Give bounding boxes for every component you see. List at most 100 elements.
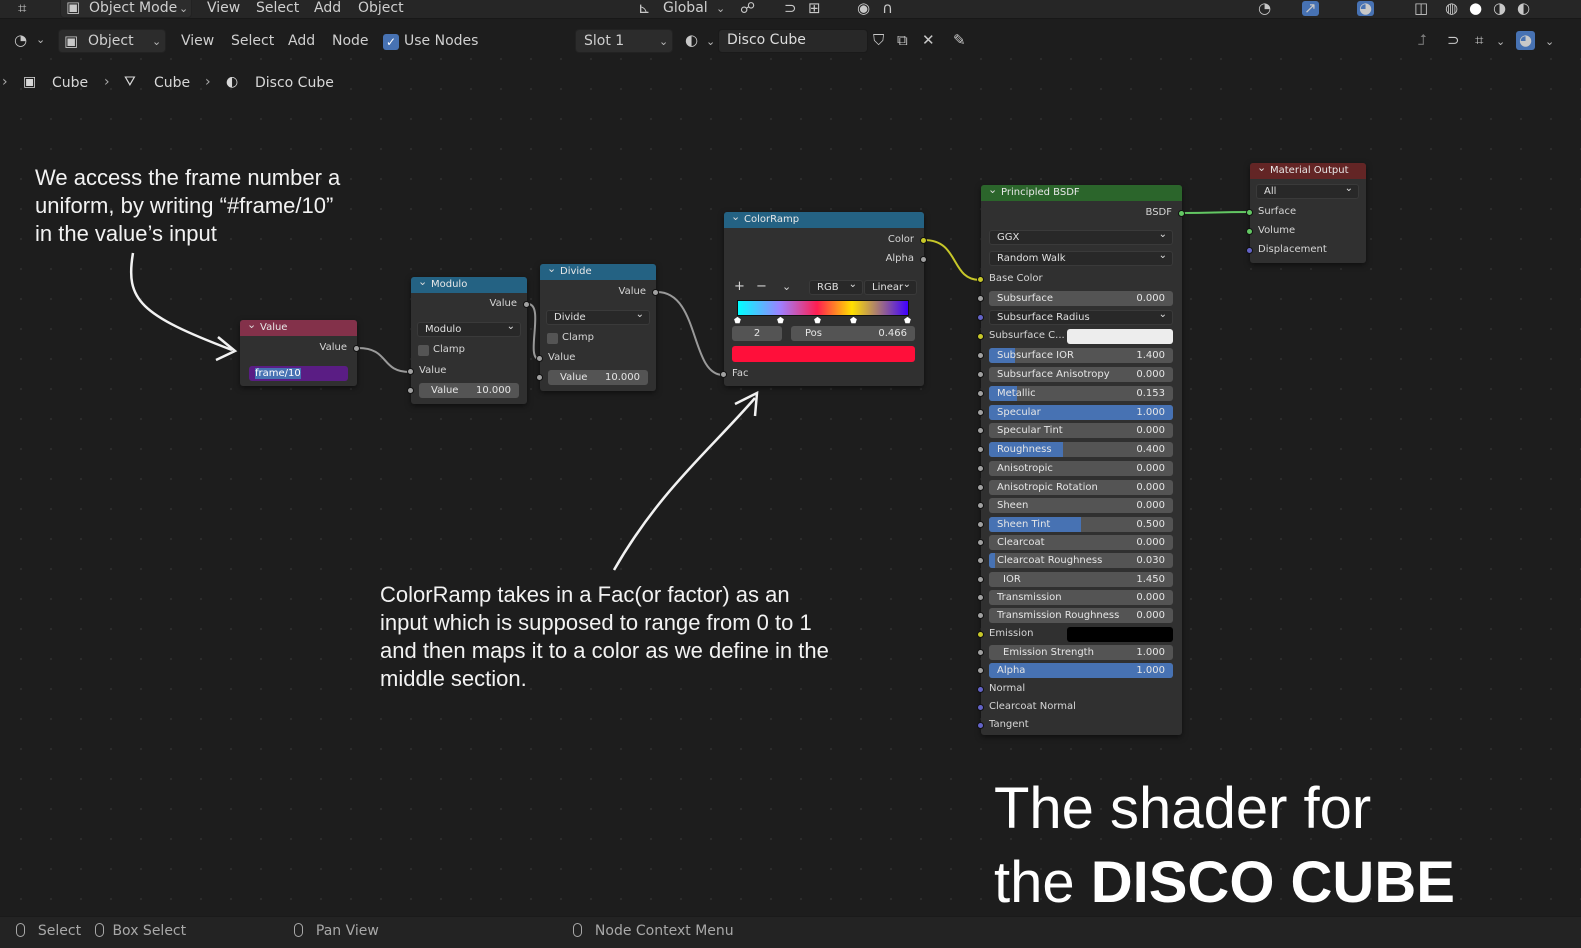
value-expression-input[interactable]: frame/10 xyxy=(249,366,348,381)
ior-socket[interactable] xyxy=(977,576,984,583)
subsurface-ior-field[interactable]: Subsurface IOR 1.400 xyxy=(989,348,1173,363)
status-pan-view: Pan View xyxy=(294,923,379,939)
emission-color-swatch[interactable] xyxy=(1067,627,1173,642)
modulo-node-header[interactable]: Modulo xyxy=(411,274,527,293)
subsurface-socket[interactable] xyxy=(977,295,984,302)
divide-node-header[interactable]: Divide xyxy=(540,261,656,280)
material-output-node[interactable]: Material Output All Surface Volume Displ… xyxy=(1246,160,1366,263)
subsurface-radius-socket[interactable] xyxy=(977,314,984,321)
divide-node[interactable]: Divide Value Divide Clamp Value Value 10… xyxy=(536,261,659,391)
specular-socket[interactable] xyxy=(977,409,984,416)
modulo-node[interactable]: Modulo Value Modulo Clamp Value Value 10… xyxy=(407,274,530,404)
subsurface-anisotropy-field[interactable]: Subsurface Anisotropy 0.000 xyxy=(989,367,1173,382)
color-stop-handle[interactable]: ⬟ xyxy=(734,316,741,325)
color-stop-handle-active[interactable]: ⬟ xyxy=(814,316,821,325)
roughness-field[interactable]: Roughness 0.400 xyxy=(989,442,1173,457)
emission-strength-field[interactable]: Emission Strength 1.000 xyxy=(989,645,1173,660)
clearcoat-roughness-field[interactable]: Clearcoat Roughness 0.030 xyxy=(989,553,1173,568)
color-stop-handle[interactable]: ⬟ xyxy=(904,316,911,325)
value-output-socket[interactable] xyxy=(353,345,360,352)
sheen-socket[interactable] xyxy=(977,502,984,509)
stop-color-swatch[interactable] xyxy=(732,346,915,362)
color-stop-handle[interactable]: ⬟ xyxy=(777,316,784,325)
ior-field[interactable]: IOR 1.450 xyxy=(989,572,1173,587)
divide-input-socket-2[interactable] xyxy=(536,374,543,381)
alpha-field[interactable]: Alpha 1.000 xyxy=(989,663,1173,678)
colorramp-alpha-output-socket[interactable] xyxy=(920,256,927,263)
divide-clamp-checkbox[interactable] xyxy=(547,333,558,344)
anisotropic-socket[interactable] xyxy=(977,465,984,472)
stop-position-field[interactable]: Pos 0.466 xyxy=(791,326,915,341)
value-node-header[interactable]: Value xyxy=(240,317,357,336)
output-target-dropdown[interactable]: All xyxy=(1256,182,1359,199)
modulo-clamp-checkbox[interactable] xyxy=(418,345,429,356)
bsdf-output-socket[interactable] xyxy=(1178,210,1185,217)
clearcoat-field[interactable]: Clearcoat 0.000 xyxy=(989,535,1173,550)
clearcoat-roughness-socket[interactable] xyxy=(977,557,984,564)
transmission-socket[interactable] xyxy=(977,594,984,601)
subsurface-radius-dropdown[interactable]: Subsurface Radius xyxy=(989,308,1173,325)
clearcoat-socket[interactable] xyxy=(977,539,984,546)
active-stop-index-field[interactable]: 2 xyxy=(732,326,782,341)
surface-input-socket[interactable] xyxy=(1246,209,1253,216)
colorramp-color-output-socket[interactable] xyxy=(920,237,927,244)
transmission-field[interactable]: Transmission 0.000 xyxy=(989,590,1173,605)
specular-field[interactable]: Specular 1.000 xyxy=(989,405,1173,420)
subsurface-color-swatch[interactable] xyxy=(1067,329,1173,344)
divide-operation-dropdown[interactable]: Divide xyxy=(546,308,650,325)
emission-socket[interactable] xyxy=(977,631,984,638)
transmission-roughness-socket[interactable] xyxy=(977,612,984,619)
metallic-socket[interactable] xyxy=(977,390,984,397)
divide-input-socket-1[interactable] xyxy=(536,355,543,362)
modulo-input-socket-1[interactable] xyxy=(407,368,414,375)
displacement-input-socket[interactable] xyxy=(1246,247,1253,254)
value-output-label: Value xyxy=(319,342,347,353)
base-color-socket[interactable] xyxy=(977,276,984,283)
subsurface-ior-socket[interactable] xyxy=(977,352,984,359)
modulo-value-field[interactable]: Value 10.000 xyxy=(419,383,519,398)
subsurface-anisotropy-socket[interactable] xyxy=(977,371,984,378)
modulo-input-socket-2[interactable] xyxy=(407,387,414,394)
clearcoat-normal-socket[interactable] xyxy=(977,704,984,711)
sheen-field[interactable]: Sheen 0.000 xyxy=(989,498,1173,513)
anisotropic-rotation-socket[interactable] xyxy=(977,484,984,491)
sheen-tint-socket[interactable] xyxy=(977,521,984,528)
color-mode-dropdown[interactable]: RGB xyxy=(809,278,863,295)
chevron-down-icon[interactable]: ⌄ xyxy=(782,280,791,293)
tangent-socket[interactable] xyxy=(977,722,984,729)
specular-tint-field[interactable]: Specular Tint 0.000 xyxy=(989,423,1173,438)
emission-strength-socket[interactable] xyxy=(977,649,984,656)
specular-tint-socket[interactable] xyxy=(977,427,984,434)
color-ramp-stops[interactable]: ⬟ ⬟ ⬟ ⬟ ⬟ xyxy=(734,316,911,325)
bsdf-node-header[interactable]: Principled BSDF xyxy=(981,182,1182,201)
color-ramp-gradient[interactable] xyxy=(737,300,909,316)
distribution-dropdown[interactable]: GGX xyxy=(989,228,1173,245)
material-output-header[interactable]: Material Output xyxy=(1250,160,1366,179)
modulo-operation-dropdown[interactable]: Modulo xyxy=(417,320,521,337)
volume-input-socket[interactable] xyxy=(1246,228,1253,235)
anisotropic-rotation-field[interactable]: Anisotropic Rotation 0.000 xyxy=(989,480,1173,495)
divide-value-field[interactable]: Value 10.000 xyxy=(548,370,648,385)
colorramp-node-header[interactable]: ColorRamp xyxy=(724,209,924,228)
transmission-roughness-field[interactable]: Transmission Roughness 0.000 xyxy=(989,608,1173,623)
value-node[interactable]: Value Value frame/10 xyxy=(240,317,360,386)
metallic-field[interactable]: Metallic 0.153 xyxy=(989,386,1173,401)
modulo-output-socket[interactable] xyxy=(523,301,530,308)
subsurface-method-dropdown[interactable]: Random Walk xyxy=(989,249,1173,266)
principled-bsdf-node[interactable]: Principled BSDF BSDF GGX Random Walk Bas… xyxy=(977,182,1185,735)
colorramp-fac-input-socket[interactable] xyxy=(720,371,727,378)
sheen-tint-field[interactable]: Sheen Tint 0.500 xyxy=(989,517,1173,532)
add-stop-button[interactable]: + xyxy=(734,279,745,294)
color-stop-handle[interactable]: ⬟ xyxy=(850,316,857,325)
anisotropic-field[interactable]: Anisotropic 0.000 xyxy=(989,461,1173,476)
mouse-left-icon xyxy=(16,923,25,937)
subsurface-color-socket[interactable] xyxy=(977,333,984,340)
alpha-socket[interactable] xyxy=(977,667,984,674)
normal-socket[interactable] xyxy=(977,686,984,693)
divide-output-socket[interactable] xyxy=(652,289,659,296)
subsurface-field[interactable]: Subsurface 0.000 xyxy=(989,291,1173,306)
interpolation-dropdown[interactable]: Linear xyxy=(864,278,917,295)
colorramp-node[interactable]: ColorRamp Color Alpha + − ⌄ RGB Linear ⬟… xyxy=(720,209,927,386)
roughness-socket[interactable] xyxy=(977,446,984,453)
remove-stop-button[interactable]: − xyxy=(756,279,767,294)
